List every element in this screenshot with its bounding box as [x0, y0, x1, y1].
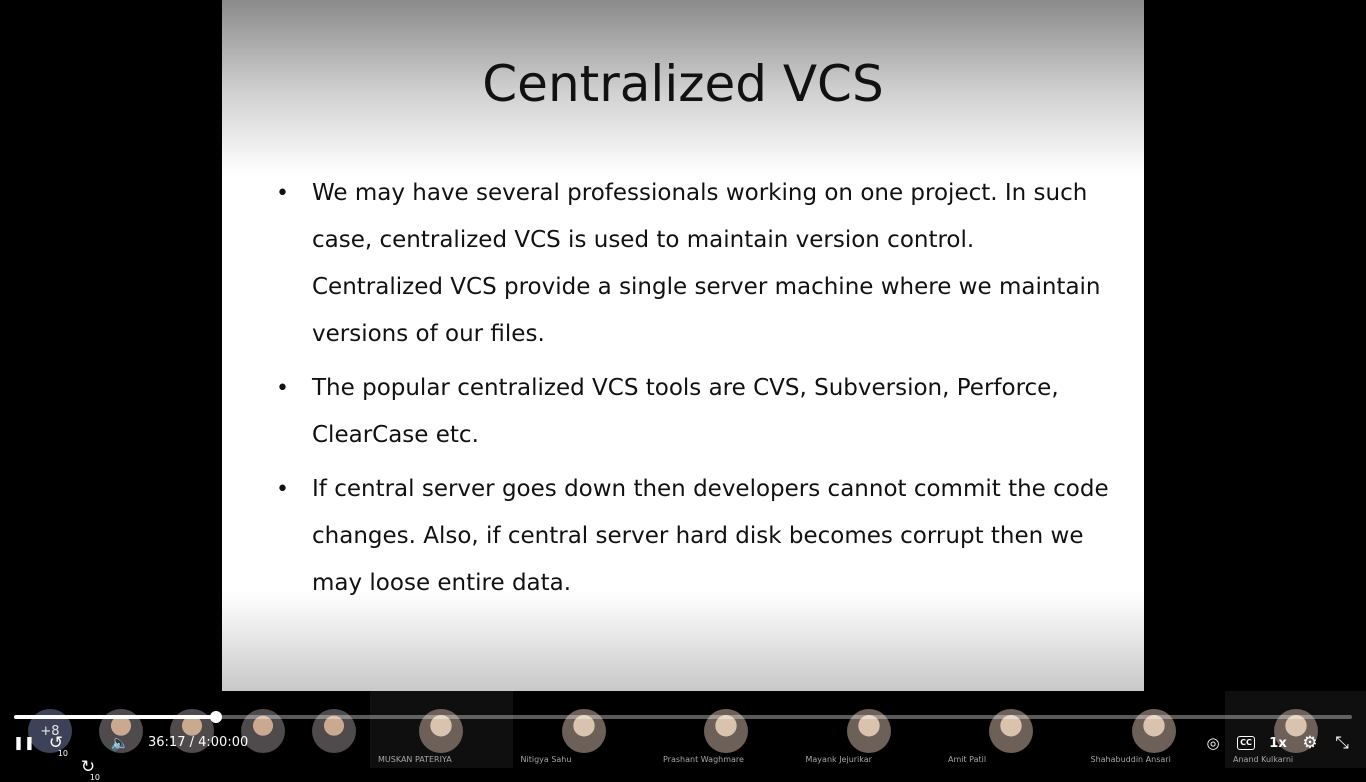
time-separator: / — [185, 735, 199, 750]
gear-icon[interactable]: ⚙ — [1299, 731, 1321, 755]
forward-10-icon[interactable]: ↻ 10 — [78, 755, 100, 782]
current-time: 36:17 — [148, 735, 186, 750]
seek-bar-progress — [14, 715, 217, 719]
rewind-seconds: 10 — [57, 749, 68, 758]
bullet-dot: • — [276, 181, 289, 206]
audio-description-icon[interactable]: ◎ — [1202, 731, 1224, 755]
player-overlay: +8 MUSKAN PATERIYA Nitigya Sahu Prashant… — [0, 691, 1366, 782]
slide-bullet: • We may have several professionals work… — [272, 170, 1112, 358]
slide-bullet-list: • We may have several professionals work… — [272, 170, 1112, 614]
captions-icon[interactable]: CC — [1235, 731, 1257, 755]
playback-speed-button[interactable]: 1x — [1266, 731, 1290, 755]
exit-fullscreen-icon[interactable]: ⤡ — [1331, 731, 1353, 755]
playback-time: 36:17 / 4:00:00 — [148, 735, 248, 750]
rewind-10-icon[interactable]: ↺ 10 — [46, 731, 68, 758]
captions-label: CC — [1237, 736, 1255, 750]
bullet-text: We may have several professionals workin… — [312, 180, 1101, 347]
pause-icon[interactable]: ❚❚ — [13, 731, 35, 755]
slide-bullet: • The popular centralized VCS tools are … — [272, 365, 1112, 459]
slide-bullet: • If central server goes down then devel… — [272, 466, 1112, 607]
presentation-slide: Centralized VCS • We may have several pr… — [222, 0, 1144, 691]
forward-seconds: 10 — [89, 773, 100, 782]
slide-title: Centralized VCS — [482, 55, 884, 113]
bullet-text: If central server goes down then develop… — [312, 476, 1109, 596]
bullet-dot: • — [276, 477, 289, 502]
duration: 4:00:00 — [198, 735, 249, 750]
bullet-text: The popular centralized VCS tools are CV… — [312, 375, 1059, 448]
seek-bar[interactable] — [14, 711, 1352, 723]
player-controls: ❚❚ ↺ 10 ↻ 10 🔈 36:17 / 4:00:00 ◎ CC 1x ⚙… — [0, 731, 1366, 782]
volume-icon[interactable]: 🔈 — [110, 731, 130, 755]
bullet-dot: • — [276, 376, 289, 401]
